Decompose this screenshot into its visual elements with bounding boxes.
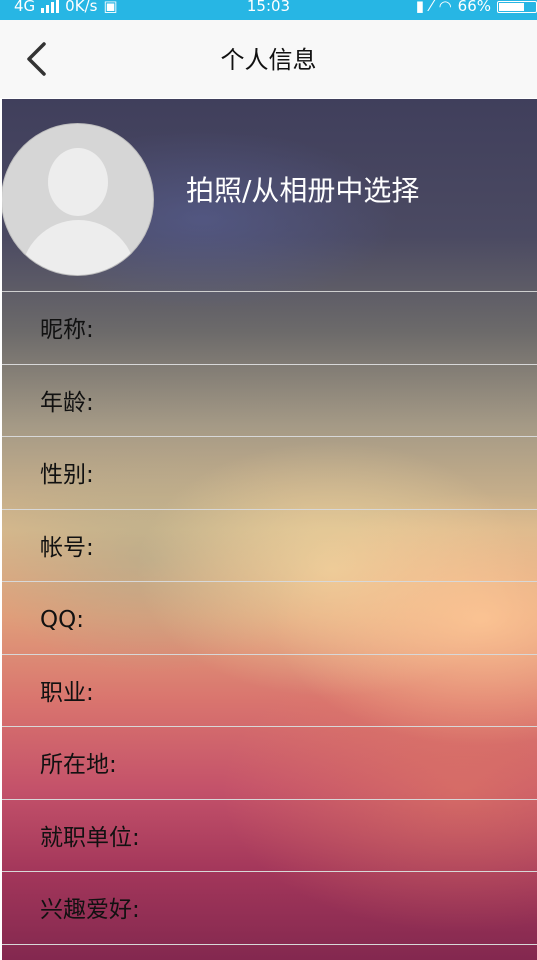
field-label: 年龄:: [40, 389, 94, 416]
field-label: 职业:: [40, 679, 94, 706]
avatar-head: [48, 148, 108, 216]
field-label: 所在地:: [40, 752, 117, 778]
profile-content: 拍照/从相册中选择 昵称: 年龄: 性别: 帐号: QQ: 职业: 所在地: 就…: [2, 99, 537, 960]
page-title: 个人信息: [220, 46, 317, 74]
field-row-location[interactable]: 所在地:: [2, 727, 537, 800]
battery-percent: 66%: [457, 0, 491, 15]
default-avatar-icon[interactable]: [2, 123, 154, 276]
avatar-body: [21, 220, 136, 275]
battery-icon: [497, 1, 537, 13]
mute-icon: ⁄: [430, 0, 433, 15]
field-row-account[interactable]: 帐号:: [2, 510, 537, 582]
charging-icon: ▮: [415, 0, 425, 15]
field-label: 就职单位:: [40, 824, 140, 851]
field-row-nickname[interactable]: 昵称:: [2, 292, 537, 365]
info-list: 昵称: 年龄: 性别: 帐号: QQ: 职业: 所在地: 就职单位: 兴趣爱好:: [2, 292, 537, 945]
field-label: QQ:: [40, 607, 84, 633]
field-label: 兴趣爱好:: [40, 897, 140, 923]
field-row-employer[interactable]: 就职单位:: [2, 800, 537, 872]
field-row-gender[interactable]: 性别:: [2, 437, 537, 510]
field-label: 昵称:: [40, 317, 94, 343]
wifi-icon: ◠: [438, 0, 452, 15]
photo-select-button[interactable]: 拍照/从相册中选择: [186, 169, 419, 209]
status-bar: 4G 0K/s ▣ 15:03 ▮ ⁄ ◠ 66%: [0, 0, 537, 20]
status-right: ▮ ⁄ ◠ 66%: [416, 0, 537, 16]
nav-bar: 个人信息: [0, 20, 537, 98]
field-label: 帐号:: [40, 534, 94, 561]
row-divider: [2, 943, 537, 945]
field-row-qq[interactable]: QQ:: [2, 582, 537, 655]
field-label: 性别:: [40, 462, 94, 488]
field-row-age[interactable]: 年龄:: [2, 365, 537, 437]
field-row-hobbies[interactable]: 兴趣爱好:: [2, 872, 537, 945]
avatar-row[interactable]: 拍照/从相册中选择: [2, 99, 537, 292]
field-row-occupation[interactable]: 职业:: [2, 655, 537, 727]
